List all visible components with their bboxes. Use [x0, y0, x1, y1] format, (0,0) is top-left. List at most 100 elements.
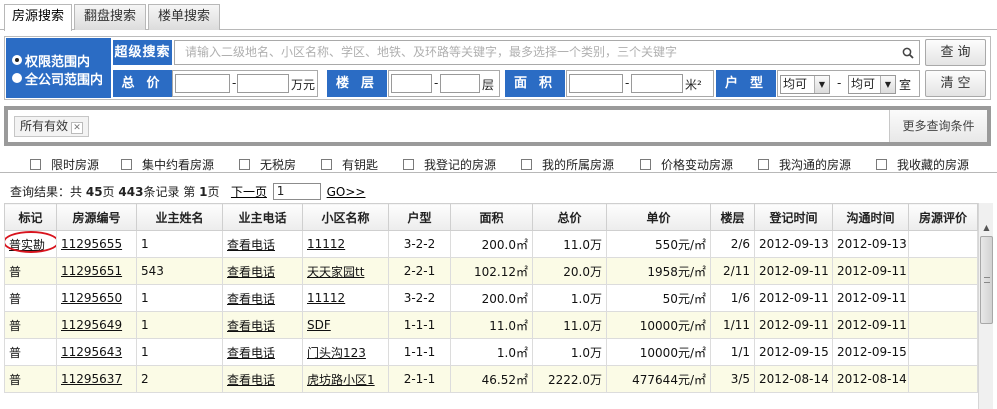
records-unit: 条记录 第	[143, 185, 196, 199]
tab-building-search[interactable]: 楼单搜索	[148, 4, 220, 30]
next-page-link[interactable]: 下一页	[231, 183, 267, 200]
community-link[interactable]: 11112	[307, 237, 345, 251]
checkbox-icon[interactable]	[121, 159, 132, 170]
checkbox-limited[interactable]: 限时房源	[30, 156, 99, 173]
floor-max-input[interactable]	[440, 74, 480, 93]
price-max-input[interactable]	[237, 74, 289, 93]
view-phone-link[interactable]: 查看电话	[227, 292, 275, 306]
contact-time-cell: 2012-09-11	[832, 311, 909, 339]
checkbox-my-registered[interactable]: 我登记的房源	[403, 156, 496, 173]
floor-min-input[interactable]	[391, 74, 432, 93]
view-phone-link[interactable]: 查看电话	[227, 319, 275, 333]
header-area: 面积	[450, 203, 533, 231]
area-min-input[interactable]	[569, 74, 623, 93]
radio-unchecked-icon[interactable]	[12, 73, 22, 83]
layout-select-1[interactable]: 均可 ▼	[780, 75, 830, 94]
mark-cell: 普	[4, 284, 57, 312]
checkbox-icon[interactable]	[239, 159, 250, 170]
checkbox-my-owned[interactable]: 我的所属房源	[521, 156, 614, 173]
floor-cell: 2/11	[710, 257, 755, 285]
community-link[interactable]: 虎坊路小区1	[307, 373, 375, 387]
radio-checked-icon[interactable]	[12, 55, 22, 65]
unit-price-cell: 50元/㎡	[606, 284, 711, 312]
checkbox-has-key[interactable]: 有钥匙	[321, 156, 378, 173]
chevron-down-icon[interactable]: ▼	[814, 76, 829, 93]
floor-cell: 1/1	[710, 338, 755, 366]
owner-name-cell: 1	[136, 284, 223, 312]
unit-price-cell: 550元/㎡	[606, 230, 711, 258]
go-link[interactable]: GO>>	[327, 185, 366, 199]
checkbox-icon[interactable]	[403, 159, 414, 170]
table-row[interactable]: 普 11295650 1 查看电话 11112 3-2-2 200.0㎡ 1.0…	[4, 284, 978, 312]
community-link[interactable]: 11112	[307, 291, 345, 305]
checkbox-icon[interactable]	[640, 159, 651, 170]
checkbox-my-contacted[interactable]: 我沟通的房源	[758, 156, 851, 173]
checkbox-group-viewing[interactable]: 集中约看房源	[121, 156, 214, 173]
more-conditions-button[interactable]: 更多查询条件	[889, 110, 987, 142]
community-link[interactable]: SDF	[307, 318, 331, 332]
close-icon[interactable]: ✕	[71, 122, 84, 134]
floor-cell: 1/11	[710, 311, 755, 339]
mark-cell: 普实勘	[4, 230, 57, 258]
table-row[interactable]: 普 11295651 543 查看电话 天天家园tt 2-2-1 102.12㎡…	[4, 257, 978, 285]
super-search-input[interactable]: 请输入二级地名、小区名称、学区、地铁、及环路等关键字，最多选择一个类别，三个关键…	[174, 40, 920, 65]
header-register-time: 登记时间	[754, 203, 833, 231]
checkbox-my-favorites[interactable]: 我收藏的房源	[876, 156, 969, 173]
query-button[interactable]: 查询	[925, 39, 986, 66]
checkbox-icon[interactable]	[876, 159, 887, 170]
header-unit-price: 单价	[606, 203, 711, 231]
property-id-link[interactable]: 11295643	[61, 345, 122, 359]
view-phone-link[interactable]: 查看电话	[227, 373, 275, 387]
page-number-input[interactable]: 1	[272, 183, 321, 200]
scroll-up-icon[interactable]: ▲	[979, 220, 994, 235]
checkbox-tax-free[interactable]: 无税房	[239, 156, 296, 173]
tab-bar: 房源搜索 翻盘搜索 楼单搜索	[0, 0, 997, 31]
checkbox-label: 我登记的房源	[424, 158, 497, 172]
mark-cell: 普	[4, 311, 57, 339]
checkbox-icon[interactable]	[758, 159, 769, 170]
table-row[interactable]: 普 11295649 1 查看电话 SDF 1-1-1 11.0㎡ 11.0万 …	[4, 311, 978, 339]
current-page: 1	[199, 184, 208, 199]
table-row[interactable]: 普 11295643 1 查看电话 门头沟123 1-1-1 1.0㎡ 1.0万…	[4, 338, 978, 366]
checkbox-icon[interactable]	[321, 159, 332, 170]
area-max-input[interactable]	[631, 74, 683, 93]
view-phone-link[interactable]: 查看电话	[227, 346, 275, 360]
checkbox-price-changed[interactable]: 价格变动房源	[640, 156, 733, 173]
mark-value: 普实勘	[5, 231, 56, 253]
scrollbar-thumb[interactable]	[980, 236, 993, 324]
header-community: 小区名称	[302, 203, 389, 231]
filter-chip: 所有有效 ✕	[14, 116, 90, 137]
property-id-link[interactable]: 11295650	[61, 291, 122, 305]
tab-flip-search[interactable]: 翻盘搜索	[74, 4, 146, 30]
property-id-link[interactable]: 11295655	[61, 237, 122, 251]
area-unit: 米²	[685, 78, 702, 92]
tab-property-search[interactable]: 房源搜索	[4, 4, 72, 31]
vertical-scrollbar[interactable]: ▲	[978, 203, 993, 409]
property-id-link[interactable]: 11295649	[61, 318, 122, 332]
scope-option-permission[interactable]: 权限范围内	[6, 51, 111, 70]
property-id-link[interactable]: 11295651	[61, 264, 122, 278]
view-phone-link[interactable]: 查看电话	[227, 238, 275, 252]
community-link[interactable]: 天天家园tt	[307, 265, 364, 279]
table-row[interactable]: 普 11295637 2 查看电话 虎坊路小区1 2-1-1 46.52㎡ 22…	[4, 365, 978, 393]
header-owner-phone: 业主电话	[222, 203, 303, 231]
contact-time-cell: 2012-08-14	[832, 365, 909, 393]
checkbox-icon[interactable]	[521, 159, 532, 170]
register-time-cell: 2012-09-13	[754, 230, 833, 258]
scope-option-company[interactable]: 全公司范围内	[6, 69, 111, 88]
checkbox-icon[interactable]	[30, 159, 41, 170]
contact-time-cell: 2012-09-11	[832, 284, 909, 312]
layout-select-2[interactable]: 均可 ▼	[848, 75, 896, 94]
layout-cell: 1-1-1	[388, 311, 451, 339]
view-phone-link[interactable]: 查看电话	[227, 265, 275, 279]
evaluation-cell	[908, 257, 978, 285]
price-min-input[interactable]	[175, 74, 230, 93]
property-id-link[interactable]: 11295637	[61, 372, 122, 386]
search-icon[interactable]	[902, 47, 914, 59]
clear-button[interactable]: 清空	[925, 70, 986, 97]
filter-bar: 所有有效 ✕ 更多查询条件	[4, 106, 991, 146]
search-panel: 权限范围内 全公司范围内 超级搜索 请输入二级地名、小区名称、学区、地铁、及环路…	[4, 36, 991, 100]
community-link[interactable]: 门头沟123	[307, 346, 366, 360]
chevron-down-icon[interactable]: ▼	[880, 76, 895, 93]
table-row[interactable]: 普实勘 11295655 1 查看电话 11112 3-2-2 200.0㎡ 1…	[4, 230, 978, 258]
